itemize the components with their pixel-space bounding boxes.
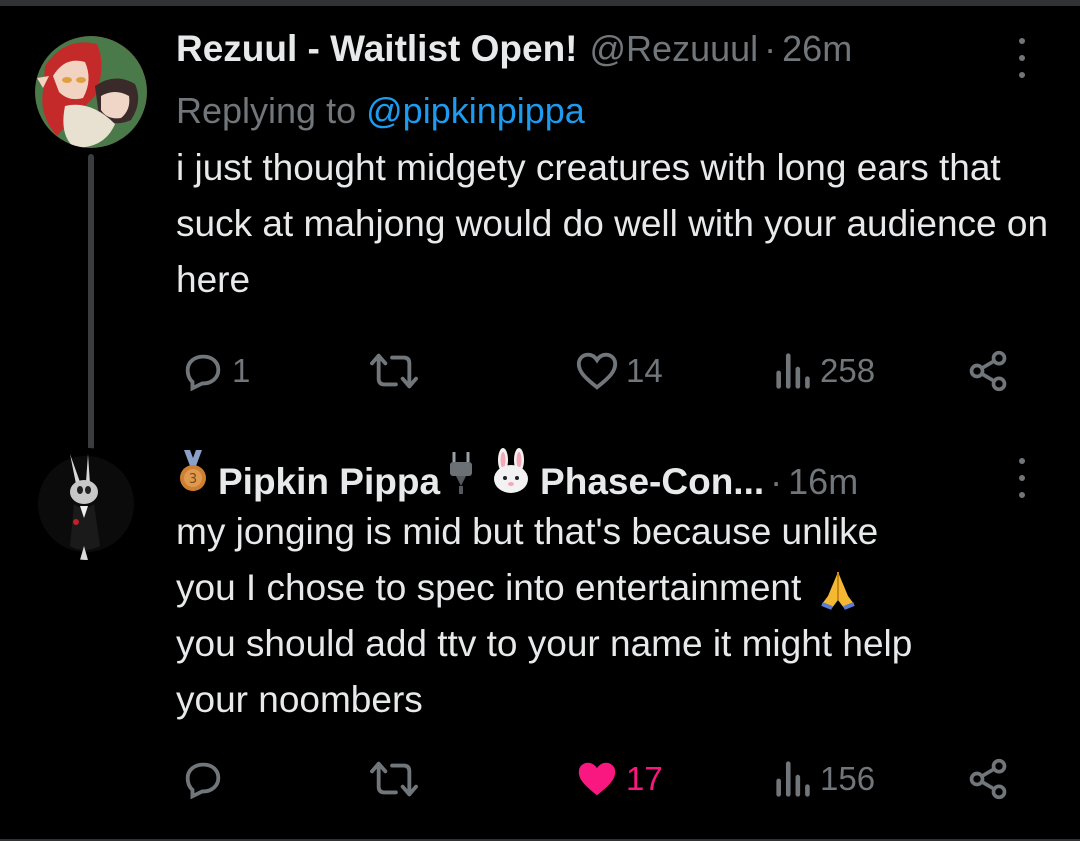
share-icon bbox=[969, 350, 1007, 392]
tweet-text: i just thought midgety creatures with lo… bbox=[176, 147, 1049, 300]
retweet-icon bbox=[370, 353, 418, 389]
retweet-icon bbox=[370, 761, 418, 797]
like-count: 17 bbox=[626, 760, 663, 797]
views-count: 156 bbox=[820, 760, 876, 797]
tweet-content: 3 Pipkin Pippa Phase-Con... · 16m my jon… bbox=[176, 448, 1040, 728]
heart-filled-icon bbox=[578, 762, 616, 796]
retweet-button[interactable] bbox=[368, 348, 420, 394]
author-handle[interactable]: @Rezuuul bbox=[590, 28, 759, 70]
timestamp[interactable]: 26m bbox=[782, 28, 852, 70]
folded-hands-icon bbox=[820, 572, 855, 611]
top-divider bbox=[0, 0, 1080, 6]
thread-connector-line bbox=[88, 154, 94, 450]
author-name[interactable]: Pipkin Pippa bbox=[218, 461, 440, 503]
tweet-content: Rezuul - Waitlist Open! @Rezuuul · 26m R… bbox=[176, 28, 1048, 308]
tweet-text-line: you should add ttv to your name it might… bbox=[176, 623, 913, 664]
avatar[interactable] bbox=[30, 448, 142, 560]
share-button[interactable] bbox=[966, 756, 1010, 802]
plug-icon bbox=[450, 452, 473, 494]
tweet-text: my jonging is mid but that's because unl… bbox=[176, 504, 1056, 728]
like-count: 14 bbox=[626, 352, 663, 389]
thread-view: Rezuul - Waitlist Open! @Rezuuul · 26m R… bbox=[0, 0, 1080, 841]
author-name[interactable]: Rezuul - Waitlist Open! bbox=[176, 28, 578, 70]
tweet-text-line: my jonging is mid but that's because unl… bbox=[176, 511, 879, 552]
tweet-pipkin[interactable]: 3 Pipkin Pippa Phase-Con... · 16m my jon… bbox=[0, 448, 1080, 828]
share-icon bbox=[969, 758, 1007, 800]
bronze-medal-icon: 3 bbox=[180, 450, 206, 491]
reply-count: 1 bbox=[232, 352, 251, 389]
avatar[interactable] bbox=[35, 36, 147, 148]
like-button[interactable]: 14 bbox=[574, 348, 663, 394]
like-button[interactable]: 17 bbox=[574, 756, 663, 802]
views-button[interactable]: 258 bbox=[774, 348, 875, 394]
separator-dot: · bbox=[764, 28, 777, 69]
reply-icon bbox=[185, 762, 221, 800]
replying-to-mention[interactable]: @pipkinpippa bbox=[366, 90, 585, 131]
rabbit-face-icon bbox=[494, 448, 529, 493]
share-button[interactable] bbox=[966, 348, 1010, 394]
heart-icon bbox=[576, 352, 618, 390]
tweet-text-line: your noombers bbox=[176, 679, 423, 720]
views-icon bbox=[776, 353, 810, 389]
tweet-rezuul[interactable]: Rezuul - Waitlist Open! @Rezuuul · 26m R… bbox=[0, 28, 1080, 450]
reply-button[interactable] bbox=[180, 756, 226, 802]
action-bar: 1 14 258 bbox=[176, 346, 1020, 396]
more-options-icon[interactable] bbox=[1012, 38, 1032, 78]
tweet-header: 3 Pipkin Pippa Phase-Con... · 16m bbox=[176, 448, 1040, 504]
reply-icon bbox=[185, 354, 221, 392]
replying-to-line: Replying to @pipkinpippa bbox=[176, 90, 1040, 138]
replying-prefix: Replying to bbox=[176, 90, 357, 131]
svg-text:3: 3 bbox=[189, 472, 197, 487]
more-options-icon[interactable] bbox=[1012, 458, 1032, 498]
views-icon bbox=[776, 761, 810, 797]
reply-button[interactable]: 1 bbox=[180, 348, 250, 394]
views-button[interactable]: 156 bbox=[774, 756, 875, 802]
action-bar: 17 156 bbox=[176, 754, 1020, 804]
tweet-text-line: you I chose to spec into entertainment bbox=[176, 560, 1056, 616]
timestamp[interactable]: 16m bbox=[788, 461, 858, 503]
display-name-suffix[interactable]: Phase-Con... bbox=[540, 461, 764, 503]
views-count: 258 bbox=[820, 352, 876, 389]
tweet-header: Rezuul - Waitlist Open! @Rezuuul · 26m bbox=[176, 28, 1040, 84]
retweet-button[interactable] bbox=[368, 756, 420, 802]
separator-dot: · bbox=[770, 461, 783, 502]
